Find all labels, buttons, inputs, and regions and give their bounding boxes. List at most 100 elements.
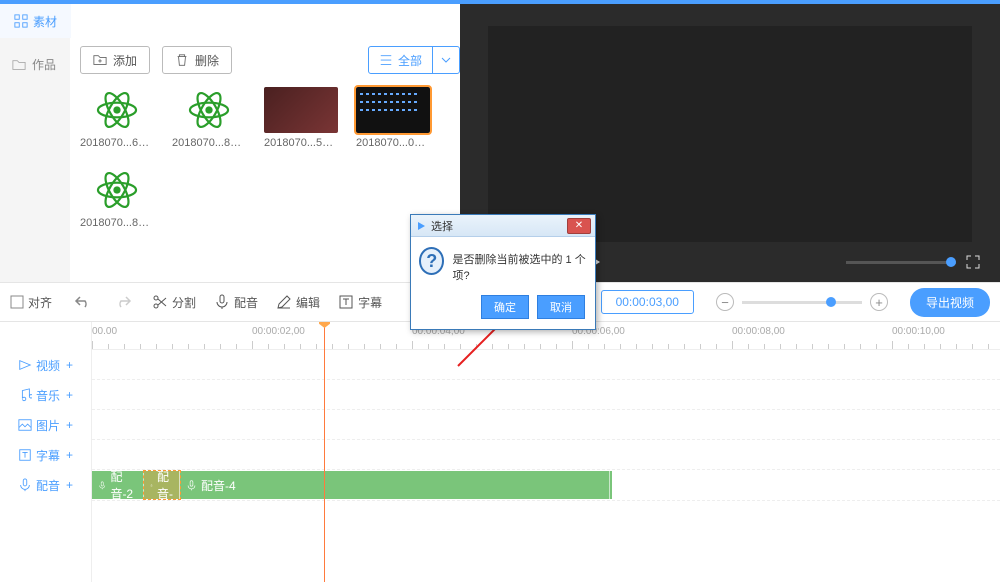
mic-icon [186,480,197,491]
track-audio[interactable]: 配音 + [0,470,91,500]
track-row-subtitle[interactable] [92,440,1000,470]
mic-icon [214,294,230,310]
clip-label: 配音-2 [110,468,137,502]
track-label: 图片 [36,417,60,434]
media-grid: 2018070...653.mp4 2018070...857.mp4 201807… [70,82,460,234]
filter-label: 全部 [398,52,422,69]
track-label: 配音 [36,477,60,494]
record-label: 配音 [234,294,258,311]
media-label: 2018070...826.mp4 [80,217,154,229]
chevron-down-icon [432,47,459,73]
media-label: 2018070...857.mp4 [172,137,246,149]
subtitle-label: 字幕 [358,294,382,311]
subtitle-button[interactable]: 字幕 [338,294,382,311]
plus-icon[interactable]: + [66,448,73,462]
audio-clip[interactable]: 配音-2 [92,471,144,499]
media-item[interactable]: 2018070...857.mp4 [172,87,246,149]
scissors-icon [152,294,168,310]
track-video[interactable]: 视频+ [0,350,91,380]
add-folder-icon [93,53,107,67]
track-label: 字幕 [36,447,60,464]
zoom-in-button[interactable]: + [870,293,888,311]
thumbnail [356,87,430,133]
record-button[interactable]: 配音 [214,294,258,311]
add-label: 添加 [113,52,137,69]
image-icon [18,418,32,432]
delete-button[interactable]: 删除 [162,46,232,74]
list-icon [379,53,393,67]
ruler-tick: 00:00:10,00 [892,326,945,337]
plus-icon[interactable]: + [66,418,73,432]
media-label: 2018070...053.mp4 [356,137,430,149]
sidebar-label: 作品 [32,56,56,73]
track-row-music[interactable] [92,380,1000,410]
media-item[interactable]: 2018070...826.mp4 [80,167,154,229]
tab-material[interactable]: 素材 [0,4,71,38]
ruler-tick: 00.00 [92,326,117,337]
track-label: 音乐 [36,387,60,404]
edit-button[interactable]: 编辑 [276,294,320,311]
pencil-icon [276,294,292,310]
sidebar-item-works[interactable]: 作品 [0,48,70,81]
music-icon [18,388,32,402]
track-row-audio[interactable]: 配音-2 配音- 配音-4 [92,471,1000,501]
mic-icon [150,480,153,491]
plus-icon[interactable]: + [66,478,73,492]
thumbnail [172,87,246,133]
zoom-out-button[interactable]: − [716,293,734,311]
mic-icon [98,480,106,491]
filter-dropdown[interactable]: 全部 [368,46,460,74]
question-icon: ? [419,247,444,275]
grid-icon [14,14,28,28]
preview-stage[interactable] [488,26,972,242]
timecode[interactable]: 00:00:03,00 [601,290,694,314]
confirm-dialog: 选择 ✕ ? 是否删除当前被选中的 1 个项? 确定 取消 [410,214,596,330]
media-label: 2018070...653.mp4 [80,137,154,149]
media-item[interactable]: 2018070...053.mp4 [356,87,430,149]
media-item[interactable]: 2018070...653.mp4 [80,87,154,149]
trash-icon [175,53,189,67]
progress-bar[interactable] [846,261,956,264]
cut-label: 分割 [172,294,196,311]
audio-clip[interactable]: 配音- [144,471,180,499]
mic-icon [18,478,32,492]
track-row-video[interactable] [92,350,1000,380]
cancel-button[interactable]: 取消 [537,295,585,319]
thumbnail [264,87,338,133]
zoom-slider[interactable] [742,301,862,304]
text-icon [18,448,32,462]
checkbox-icon [10,295,24,309]
track-image[interactable]: 图片 + [0,410,91,440]
text-icon [338,294,354,310]
clip-label: 配音-4 [201,477,236,494]
dialog-title: 选择 [431,218,563,234]
tab-label: 素材 [33,13,57,30]
delete-label: 删除 [195,52,219,69]
sidebar: 作品 [0,38,70,282]
align-toggle[interactable]: 对齐 [10,294,52,311]
app-icon [415,220,427,232]
undo-button[interactable] [74,294,92,310]
plus-icon[interactable]: + [66,358,73,372]
close-button[interactable]: ✕ [567,218,591,234]
dialog-message: 是否删除当前被选中的 1 个项? [452,247,587,283]
cut-button[interactable]: 分割 [152,294,196,311]
audio-clip[interactable]: 配音-4 [180,471,610,499]
ok-button[interactable]: 确定 [481,295,529,319]
track-subtitle[interactable]: 字幕 + [0,440,91,470]
add-button[interactable]: 添加 [80,46,150,74]
track-music[interactable]: 音乐 + [0,380,91,410]
track-row-image[interactable] [92,410,1000,440]
clip-label: 配音- [157,468,173,502]
folder-icon [12,58,26,72]
playhead[interactable] [324,322,325,582]
thumbnail [80,167,154,213]
media-item[interactable]: 2018070...536.mp4 [264,87,338,149]
media-label: 2018070...536.mp4 [264,137,338,149]
fullscreen-icon[interactable] [966,255,980,269]
export-button[interactable]: 导出视频 [910,288,990,317]
plus-icon[interactable]: + [66,388,73,402]
video-icon [18,358,32,372]
redo-button[interactable] [114,294,132,310]
ruler-tick: 00:00:02,00 [252,326,305,337]
